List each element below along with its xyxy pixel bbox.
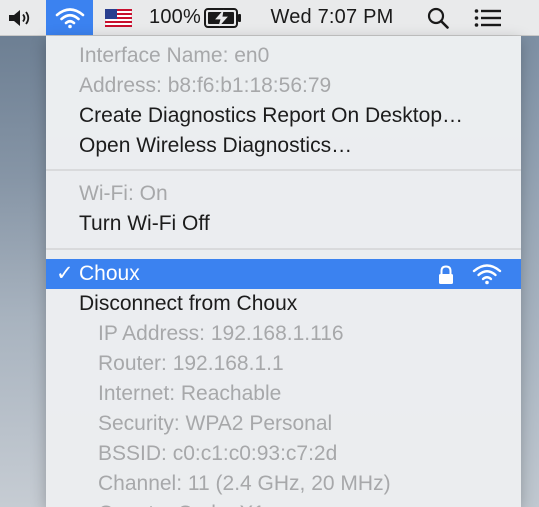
internet-status: Internet: Reachable <box>98 382 282 405</box>
clock[interactable]: Wed 7:07 PM <box>262 0 402 35</box>
wifi-menu: Interface Name: en0 Address: b8:f6:b1:18… <box>46 36 521 507</box>
bssid: BSSID: c0:c1:c0:93:c7:2d <box>98 442 338 465</box>
wifi-signal-icon <box>472 263 502 285</box>
create-diagnostics-report-item[interactable]: Create Diagnostics Report On Desktop… <box>46 101 521 131</box>
desktop-background-right <box>521 36 539 507</box>
wifi-icon[interactable] <box>46 0 93 35</box>
search-icon[interactable] <box>423 0 453 35</box>
disconnect-item[interactable]: Disconnect from Choux <box>46 289 521 319</box>
wifi-status: Wi-Fi: On <box>79 182 168 205</box>
interface-name: Interface Name: en0 <box>79 44 270 67</box>
mac-address: Address: b8:f6:b1:18:56:79 <box>79 74 332 97</box>
battery-percentage[interactable]: 100% <box>149 0 201 35</box>
channel: Channel: 11 (2.4 GHz, 20 MHz) <box>98 472 391 495</box>
turn-wifi-off-item[interactable]: Turn Wi-Fi Off <box>46 209 521 239</box>
menu-separator <box>46 248 521 250</box>
flag-icon[interactable] <box>103 0 133 35</box>
volume-icon[interactable] <box>4 0 36 35</box>
security-type: Security: WPA2 Personal <box>98 412 333 435</box>
menu-separator <box>46 169 521 171</box>
menu-bar: 100% Wed 7:07 PM <box>0 0 539 36</box>
network-item-choux[interactable]: ✓ Choux <box>46 259 521 289</box>
network-name: Choux <box>79 262 140 285</box>
notification-center-icon[interactable] <box>470 0 506 35</box>
open-wireless-diagnostics-item[interactable]: Open Wireless Diagnostics… <box>46 131 521 161</box>
country-code: Country Code: X1 <box>46 499 521 507</box>
lock-icon <box>437 264 455 284</box>
desktop-background-left <box>0 36 46 507</box>
ip-address: IP Address: 192.168.1.116 <box>98 322 344 345</box>
battery-charging-icon[interactable] <box>202 0 244 35</box>
router-address: Router: 192.168.1.1 <box>98 352 284 375</box>
checkmark-icon: ✓ <box>56 262 74 285</box>
